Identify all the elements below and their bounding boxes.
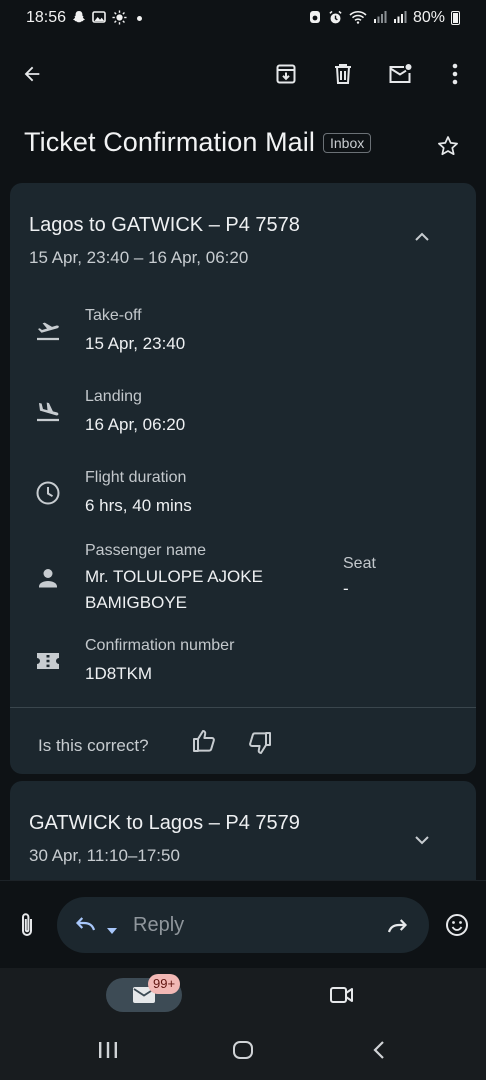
thumbs-down-icon (249, 732, 271, 754)
trip-subtitle: 15 Apr, 23:40 – 16 Apr, 06:20 (29, 248, 249, 267)
home-icon (233, 1041, 253, 1059)
flight-land-icon (34, 398, 62, 426)
reply-placeholder: Reply (133, 914, 185, 936)
attach-button[interactable] (18, 911, 36, 944)
reply-options-dropdown[interactable] (107, 921, 117, 939)
status-time: 18:56 (26, 9, 67, 26)
emoji-button[interactable] (445, 913, 469, 942)
back-button[interactable] (12, 48, 52, 100)
star-icon (438, 136, 458, 156)
alarm-icon (308, 10, 322, 26)
email-subject: Ticket Confirmation Mail Inbox (24, 122, 464, 162)
person-icon (34, 564, 62, 592)
delete-button[interactable] (323, 48, 363, 100)
back-system-button[interactable] (372, 1040, 386, 1065)
more-vert-icon (452, 63, 458, 85)
archive-icon (276, 64, 296, 84)
inbox-label-chip[interactable]: Inbox (322, 133, 372, 153)
status-right: 80% (308, 9, 460, 27)
confirmation-label: Confirmation number (85, 637, 235, 654)
signal-1-icon (373, 10, 387, 26)
system-nav-bar (0, 1024, 486, 1080)
reply-icon (74, 914, 96, 939)
arrow-back-icon (24, 66, 40, 82)
gallery-icon (92, 10, 106, 26)
mark-unread-button[interactable] (380, 48, 420, 100)
subject-title: Ticket Confirmation Mail (24, 126, 315, 157)
chevron-left-icon (373, 1041, 384, 1059)
status-left: 18:56 (26, 9, 143, 27)
card-divider (10, 707, 476, 708)
signal-2-icon (393, 10, 407, 26)
bottom-nav: 99+ (0, 968, 486, 1024)
archive-button[interactable] (266, 48, 306, 100)
snapchat-icon (72, 10, 86, 26)
ticket-icon (34, 647, 62, 675)
brightness-icon (112, 9, 127, 27)
mark-unread-icon (389, 64, 412, 83)
takeoff-label: Take-off (85, 307, 142, 324)
nav-meet-tab[interactable] (329, 985, 355, 1010)
thumbs-up-icon (193, 730, 215, 752)
attachment-icon (22, 913, 32, 936)
wifi-icon (349, 10, 367, 26)
passenger-name-line2: BAMIGBOYE (85, 593, 188, 612)
collapse-button[interactable] (414, 229, 430, 247)
unread-count-badge: 99+ (148, 974, 181, 994)
landing-value: 16 Apr, 06:20 (85, 415, 186, 434)
confirmation-value: 1D8TKM (85, 664, 153, 683)
app-bar (0, 48, 486, 100)
more-options-button[interactable] (435, 48, 475, 100)
video-camera-icon (330, 987, 353, 1003)
reply-input[interactable]: Reply (57, 897, 429, 953)
chevron-down-icon (415, 836, 429, 845)
thumbs-up-button[interactable] (191, 728, 217, 759)
flight-takeoff-icon (34, 317, 62, 345)
battery-icon (451, 11, 460, 25)
battery-percent: 80% (412, 9, 445, 26)
reply-bar: Reply (0, 880, 486, 968)
trip-title: Lagos to GATWICK – P4 7578 (29, 214, 300, 236)
home-button[interactable] (232, 1040, 254, 1065)
trip-subtitle: 30 Apr, 11:10–17:50 (29, 846, 180, 865)
more-notifications-dot-icon (137, 15, 143, 21)
star-button[interactable] (436, 134, 460, 163)
recent-apps-button[interactable] (98, 1041, 118, 1064)
thumbs-down-button[interactable] (247, 730, 273, 761)
caret-down-icon (107, 928, 117, 934)
passenger-label: Passenger name (85, 542, 206, 559)
expand-button[interactable] (414, 832, 430, 850)
seat-label: Seat (343, 555, 376, 572)
chevron-up-icon (415, 232, 429, 241)
passenger-name-line1: Mr. TOLULOPE AJOKE (85, 567, 263, 586)
forward-icon (387, 919, 408, 933)
feedback-question: Is this correct? (38, 736, 149, 755)
clock-icon (34, 479, 62, 507)
trip-title: GATWICK to Lagos – P4 7579 (29, 812, 300, 834)
duration-label: Flight duration (85, 469, 187, 486)
status-bar: 18:56 80% (0, 0, 486, 36)
clock-alarm-icon (328, 10, 343, 27)
emoji-icon (446, 914, 468, 936)
landing-label: Landing (85, 388, 142, 405)
takeoff-value: 15 Apr, 23:40 (85, 334, 186, 353)
trash-icon (335, 64, 351, 84)
flight-card-outbound: Lagos to GATWICK – P4 7578 15 Apr, 23:40… (10, 183, 476, 774)
recent-apps-icon (99, 1042, 117, 1058)
forward-button[interactable] (387, 916, 409, 939)
duration-value: 6 hrs, 40 mins (85, 496, 192, 515)
seat-value: - (343, 579, 349, 598)
